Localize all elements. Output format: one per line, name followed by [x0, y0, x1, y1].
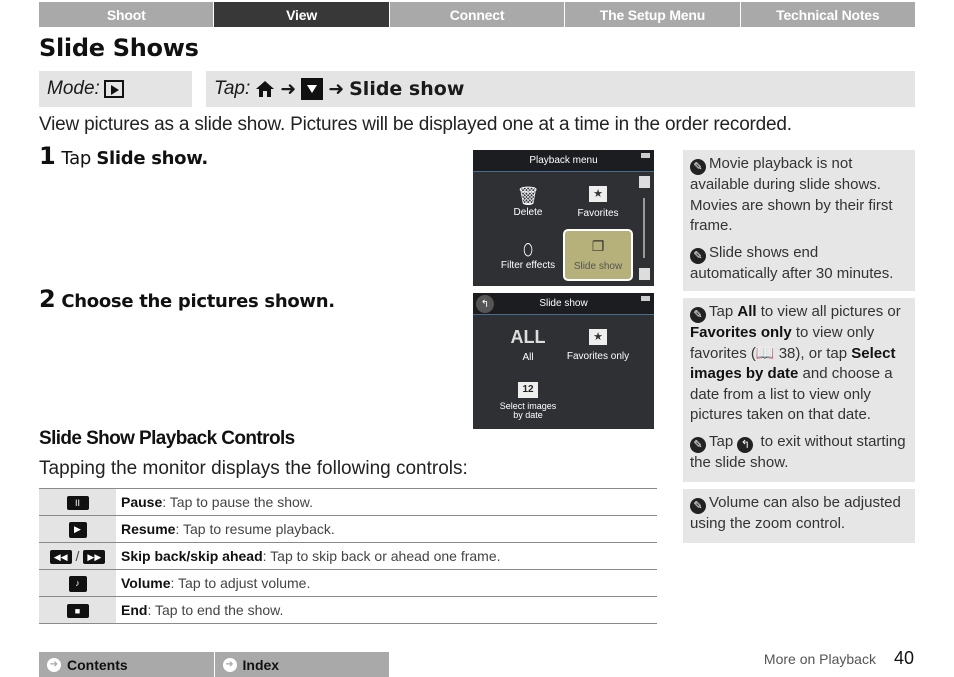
- mode-box: Mode:: [39, 71, 192, 107]
- note-box-1: ✎ Movie playback is not available during …: [683, 150, 915, 291]
- favorites-star-icon: ★: [589, 185, 607, 202]
- back-button[interactable]: ↰: [476, 295, 494, 313]
- table-row: II Pause: Tap to pause the show.: [39, 488, 657, 516]
- note: ✎ Tap ↰ to exit without starting the slid…: [690, 432, 906, 471]
- tab-technical-notes[interactable]: Technical Notes: [740, 2, 916, 27]
- screen-title: Slide show: [539, 298, 588, 309]
- index-link[interactable]: ➜ Index: [214, 652, 389, 677]
- bottom-nav: ➜ Contents ➜ Index: [39, 652, 389, 677]
- pencil-icon: ✎: [690, 247, 706, 264]
- arrow-right-circle-icon: ➜: [47, 657, 61, 672]
- playback-menu-screen: Playback menu 🗑 Delete ★ Favorites ⬯ Fil…: [473, 150, 654, 286]
- note: ✎ Movie playback is not available during …: [690, 155, 893, 234]
- table-row: ■ End: Tap to end the show.: [39, 596, 657, 624]
- pencil-icon: ✎: [690, 307, 706, 323]
- table-row: ◀◀ / ▶▶ Skip back/skip ahead: Tap to skip…: [39, 542, 657, 570]
- tab-view[interactable]: View: [214, 2, 389, 27]
- tab-connect[interactable]: Connect: [389, 2, 565, 27]
- mode-label: Mode:: [47, 78, 100, 99]
- option-favorites-only[interactable]: ★ Favorites only: [563, 319, 633, 371]
- arrow-right-circle-icon: ➜: [222, 657, 237, 672]
- note-box-2: ✎ Tap All to view all pictures or Favorit…: [683, 298, 915, 482]
- option-select-by-date[interactable]: 12 Select images by date: [483, 375, 573, 427]
- menu-item-delete[interactable]: 🗑 Delete: [483, 176, 573, 228]
- section-heading: Slide Show Playback Controls: [39, 428, 295, 449]
- note: ✎ Slide shows end automatically after 30 …: [690, 243, 894, 282]
- menu-item-favorites[interactable]: ★ Favorites: [568, 176, 628, 228]
- battery-icon: [641, 296, 650, 301]
- tap-target: Slide show: [349, 78, 465, 100]
- tab-setup-menu[interactable]: The Setup Menu: [565, 2, 740, 27]
- menu-item-slide-show[interactable]: ❐ Slide show: [563, 229, 633, 281]
- intro-text: View pictures as a slide show. Pictures …: [39, 114, 792, 135]
- home-icon: [256, 81, 275, 97]
- step-2: 2 Choose the pictures shown.: [39, 285, 335, 313]
- pencil-icon: ✎: [690, 436, 706, 453]
- scroll-down-button[interactable]: [639, 268, 650, 280]
- resume-icon: ▶: [68, 521, 87, 538]
- arrow-icon: ➜: [280, 78, 297, 100]
- scrollbar[interactable]: [643, 198, 645, 258]
- scroll-up-button[interactable]: [639, 176, 650, 188]
- skip-back-icon: ◀◀: [49, 550, 72, 565]
- playback-icon: [103, 80, 124, 98]
- table-row: ♪ Volume: Tap to adjust volume.: [39, 569, 657, 597]
- note: ✎ Tap All to view all pictures or Favorit…: [690, 303, 901, 423]
- page-number: 40: [893, 648, 914, 668]
- tap-path-box: Tap: ➜ ➜ Slide show: [206, 71, 915, 107]
- option-all[interactable]: ALL All: [483, 319, 573, 371]
- menu-item-filter-effects[interactable]: ⬯ Filter effects: [483, 230, 573, 282]
- page-title: Slide Shows: [39, 34, 199, 62]
- tab-shoot[interactable]: Shoot: [39, 2, 214, 27]
- top-nav: Shoot View Connect The Setup Menu Techni…: [39, 2, 916, 27]
- step-1: 1 Tap Slide show.: [39, 142, 208, 170]
- note-box-3: ✎ Volume can also be adjusted using the z…: [683, 489, 915, 543]
- section-name: More on Playback: [763, 651, 876, 667]
- footer: More on Playback 40: [764, 648, 914, 669]
- filter-icon: ⬯: [522, 241, 534, 259]
- favorites-star-icon: ★: [589, 328, 607, 345]
- contents-link[interactable]: ➜ Contents: [39, 652, 214, 677]
- trash-icon: 🗑: [516, 186, 540, 206]
- section-subtext: Tapping the monitor displays the followi…: [39, 458, 468, 479]
- slide-show-screen: ↰ Slide show ALL All ★ Favorites only 12…: [473, 293, 654, 429]
- slideshow-icon: ❐: [591, 238, 605, 254]
- end-icon: ■: [66, 604, 89, 619]
- book-icon: 📖: [755, 344, 775, 362]
- calendar-icon: 12: [518, 382, 538, 398]
- skip-ahead-icon: ▶▶: [83, 550, 106, 565]
- down-icon: [301, 78, 324, 100]
- screen-title: Playback menu: [529, 155, 598, 166]
- table-row: ▶ Resume: Tap to resume playback.: [39, 515, 657, 543]
- battery-icon: [641, 153, 650, 158]
- all-icon: ALL: [510, 327, 546, 347]
- pause-icon: II: [66, 496, 89, 511]
- tap-label: Tap:: [214, 78, 251, 99]
- pencil-icon: ✎: [690, 498, 706, 514]
- controls-table: II Pause: Tap to pause the show. ▶ Resume:…: [39, 488, 657, 624]
- back-circle-icon: ↰: [737, 436, 754, 453]
- volume-icon: ♪: [68, 575, 87, 592]
- pencil-icon: ✎: [690, 159, 706, 175]
- page-reference-link[interactable]: 38: [779, 345, 796, 362]
- note: ✎ Volume can also be adjusted using the z…: [690, 494, 901, 532]
- arrow-icon: ➜: [328, 78, 345, 100]
